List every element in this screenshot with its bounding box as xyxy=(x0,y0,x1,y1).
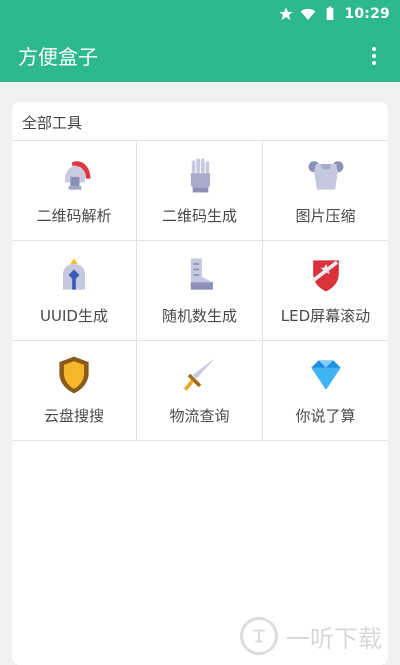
chest-armor-icon xyxy=(308,161,343,190)
tool-label: 随机数生成 xyxy=(161,307,237,325)
tool-you-decide[interactable]: 你说了算 xyxy=(263,341,388,441)
tool-image-compress[interactable]: 图片压缩 xyxy=(263,141,388,241)
watermark: 一听下载 xyxy=(240,617,382,655)
app-title: 方便盒子 xyxy=(18,45,98,69)
tool-cloud-search[interactable]: 云盘搜搜 xyxy=(12,341,137,441)
red-shield-icon xyxy=(311,260,339,292)
armored-glove-icon xyxy=(190,158,210,193)
tool-label: 云盘搜搜 xyxy=(43,407,104,425)
ting-logo-icon xyxy=(240,617,278,655)
tool-led-scroll[interactable]: LED屏幕滚动 xyxy=(263,241,388,341)
blue-gem-icon xyxy=(310,360,341,390)
spartan-helmet-icon xyxy=(64,161,91,190)
overflow-menu-button[interactable] xyxy=(360,42,388,70)
battery-icon xyxy=(327,6,334,20)
tool-qr-generate[interactable]: 二维码生成 xyxy=(137,141,263,241)
armored-boot-icon xyxy=(190,258,213,290)
tools-grid: 二维码解析 二维码生成 图片压缩 UUID生成 随机数生成 LED屏幕滚动 云盘… xyxy=(12,140,388,441)
clock: 10:29 xyxy=(344,6,390,22)
tool-label: 二维码生成 xyxy=(161,207,237,225)
watermark-text: 一听下载 xyxy=(286,624,382,653)
status-icons: 10:29 xyxy=(278,6,390,22)
tool-logistics-query[interactable]: 物流查询 xyxy=(137,341,263,441)
section-title: 全部工具 xyxy=(22,114,83,132)
tool-label: UUID生成 xyxy=(40,307,108,325)
tool-label: 图片压缩 xyxy=(295,207,356,225)
app-bar: 方便盒子 xyxy=(0,30,400,82)
tool-random-number[interactable]: 随机数生成 xyxy=(137,241,263,341)
tool-label: 物流查询 xyxy=(169,407,230,425)
wifi-icon xyxy=(301,8,316,20)
tool-label: 二维码解析 xyxy=(36,207,112,225)
knight-helmet-icon xyxy=(63,258,85,290)
tool-label: LED屏幕滚动 xyxy=(280,307,371,325)
tool-label: 你说了算 xyxy=(295,407,356,425)
sword-icon xyxy=(183,358,215,391)
tool-uuid-generate[interactable]: UUID生成 xyxy=(12,241,137,341)
star-icon xyxy=(279,7,294,20)
status-bar: 10:29 xyxy=(0,0,400,30)
more-vertical-icon xyxy=(372,46,376,66)
tool-qr-parse[interactable]: 二维码解析 xyxy=(12,141,137,241)
main-content: 全部工具 二维码解析 二维码生成 图片压缩 UUID生成 随机数生成 LED屏幕… xyxy=(0,82,400,665)
tools-card: 全部工具 二维码解析 二维码生成 图片压缩 UUID生成 随机数生成 LED屏幕… xyxy=(12,102,388,665)
gold-shield-icon xyxy=(59,356,89,394)
